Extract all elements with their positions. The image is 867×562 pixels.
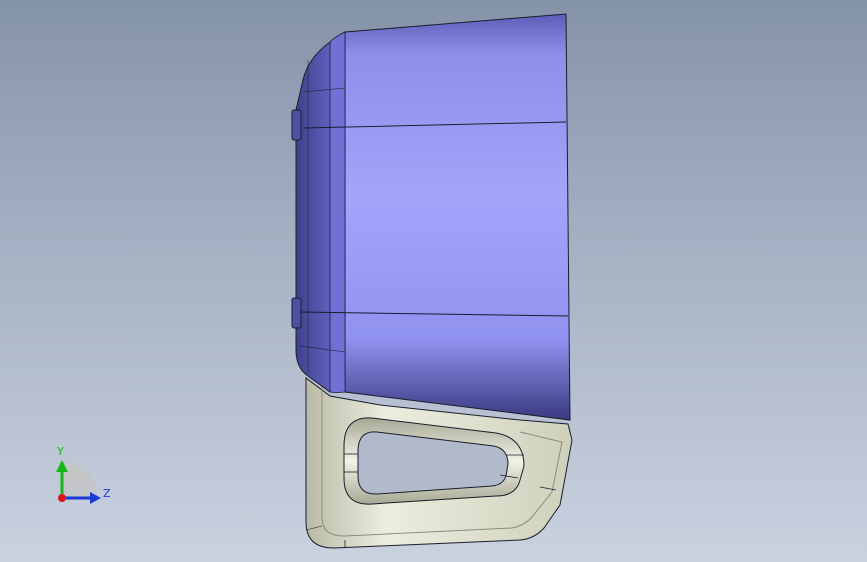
origin-x-axis-dot: [58, 494, 66, 502]
y-axis-label: Y: [56, 445, 64, 458]
triad-quadrant: [62, 462, 98, 498]
3d-viewport[interactable]: Y Z: [0, 0, 867, 562]
axis-triad: Y Z: [56, 445, 111, 504]
z-axis-label: Z: [103, 487, 111, 500]
